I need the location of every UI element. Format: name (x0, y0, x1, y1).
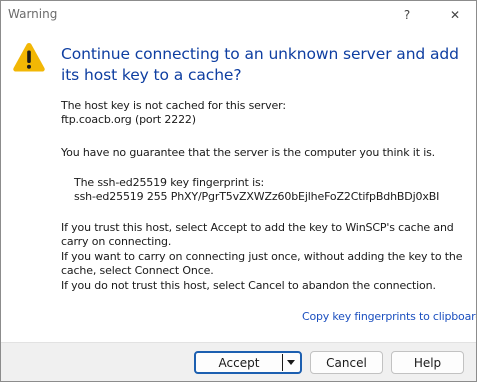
trust-instructions-line-4: cache, select Connect Once. (61, 264, 214, 277)
split-button-divider (282, 354, 283, 371)
no-guarantee-text: You have no guarantee that the server is… (61, 146, 436, 159)
warning-dialog: Warning ? ✕ Continue connecting to an un… (0, 0, 477, 382)
button-bar: Accept Cancel Help (1, 342, 476, 381)
accept-button[interactable]: Accept (194, 351, 302, 374)
title-help-button[interactable]: ? (390, 1, 424, 29)
copy-fingerprints-link[interactable]: Copy key fingerprints to clipboard (302, 310, 476, 323)
title-bar: Warning ? ✕ (1, 1, 476, 29)
title-close-button[interactable]: ✕ (438, 1, 472, 29)
help-button[interactable]: Help (391, 351, 464, 374)
accept-button-label: Accept (218, 355, 260, 370)
trust-instructions-line-1: If you trust this host, select Accept to… (61, 221, 454, 234)
fingerprint-label: The ssh-ed25519 key fingerprint is: (74, 176, 265, 189)
window-title: Warning (8, 7, 58, 21)
host-address-text: ftp.coacb.org (port 2222) (61, 113, 196, 126)
host-not-cached-text: The host key is not cached for this serv… (61, 99, 286, 112)
fingerprint-value: ssh-ed25519 255 PhXY/PgrT5vZXWZz60bEjlhe… (74, 190, 440, 203)
warning-icon (13, 43, 45, 72)
close-icon: ✕ (449, 8, 461, 22)
trust-instructions-line-5: If you do not trust this host, select Ca… (61, 279, 436, 292)
question-mark-icon: ? (403, 8, 411, 22)
cancel-button[interactable]: Cancel (310, 351, 383, 374)
trust-instructions-line-2: carry on connecting. (61, 235, 172, 248)
dropdown-arrow-icon[interactable] (284, 353, 298, 372)
trust-instructions-line-3: If you want to carry on connecting just … (61, 250, 463, 263)
dialog-heading: Continue connecting to an unknown server… (61, 45, 459, 84)
